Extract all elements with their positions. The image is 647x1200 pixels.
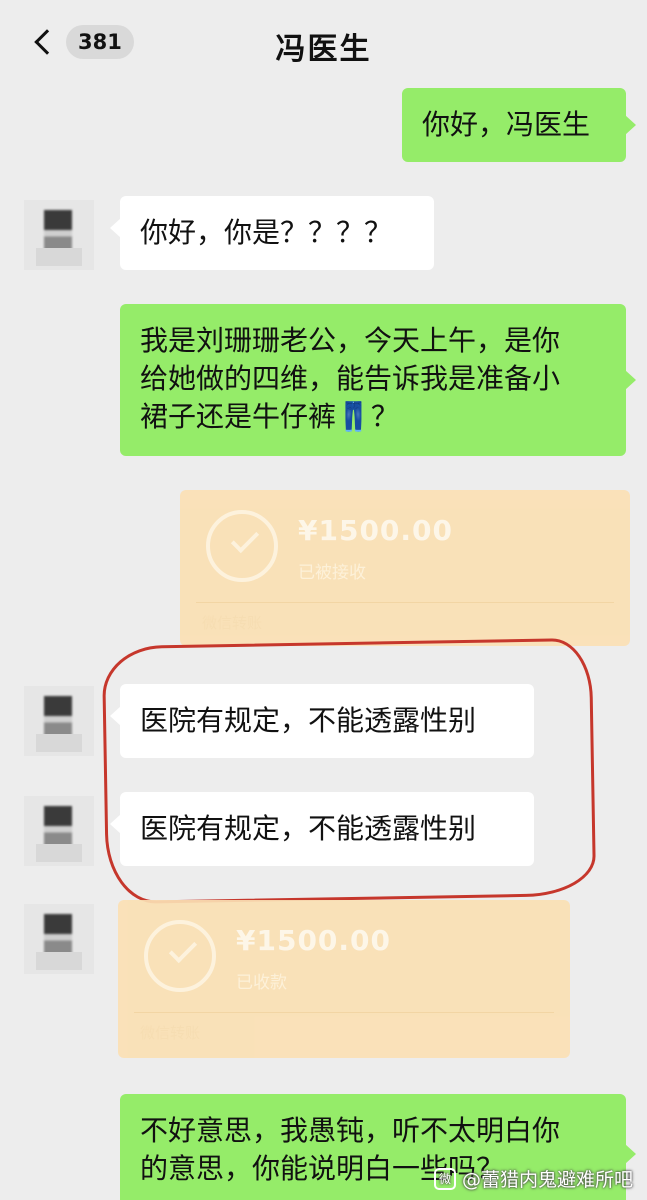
- transfer-status: 已被接收: [298, 563, 366, 583]
- contact-avatar[interactable]: [24, 686, 94, 756]
- check-circle-icon: [144, 920, 216, 992]
- message-bubble-received[interactable]: 你好，你是？？？？: [110, 196, 434, 270]
- divider: [196, 602, 614, 603]
- watermark-text: @蕾猎内鬼避难所吧: [461, 1169, 633, 1191]
- highlight-annotation: [101, 637, 597, 905]
- divider: [134, 1012, 554, 1013]
- message-text: 你好，你是？？？？: [140, 216, 393, 249]
- chat-title: 冯医生: [275, 32, 372, 67]
- message-line: 给她做的四维，能告诉我是准备小: [140, 362, 561, 395]
- message-bubble-sent[interactable]: 你好，冯医生: [402, 88, 636, 162]
- message-line: 我是刘珊珊老公，今天上午，是你: [140, 324, 561, 357]
- message-text: 你好，冯医生: [422, 108, 591, 141]
- watermark: 微 @蕾猎内鬼避难所吧: [433, 1165, 633, 1192]
- transfer-footer: 微信转账: [202, 614, 263, 632]
- transfer-footer: 微信转账: [140, 1024, 201, 1042]
- message-bubble-sent[interactable]: 我是刘珊珊老公，今天上午，是你 给她做的四维，能告诉我是准备小 裙子还是牛仔裤👖…: [120, 304, 636, 456]
- transfer-amount: ¥1500.00: [236, 924, 392, 957]
- weibo-icon: 微: [433, 1167, 456, 1190]
- transfer-card-sent[interactable]: ¥1500.00 已被接收 微信转账: [180, 490, 630, 646]
- contact-avatar[interactable]: [24, 904, 94, 974]
- transfer-card-received[interactable]: ¥1500.00 已收款 微信转账: [118, 900, 570, 1058]
- contact-avatar[interactable]: [24, 796, 94, 866]
- message-line: 不好意思，我愚钝，听不太明白你: [140, 1114, 561, 1147]
- transfer-amount: ¥1500.00: [298, 514, 454, 547]
- check-circle-icon: [206, 510, 278, 582]
- chat-header: 381 冯医生: [0, 0, 647, 84]
- message-line: 裙子还是牛仔裤👖？: [140, 400, 399, 433]
- transfer-status: 已收款: [236, 973, 287, 993]
- contact-avatar[interactable]: [24, 200, 94, 270]
